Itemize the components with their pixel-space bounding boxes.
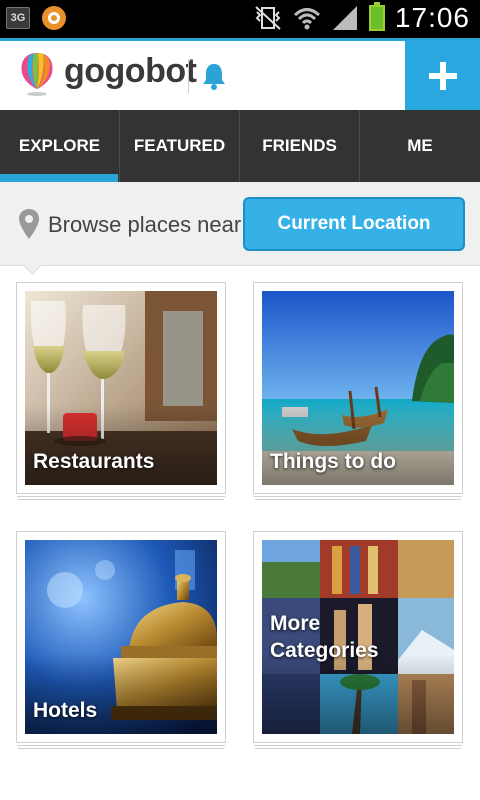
tab-featured[interactable]: FEATURED (120, 110, 240, 182)
wifi-icon (293, 8, 320, 30)
category-card-restaurants[interactable]: Restaurants (16, 282, 226, 494)
category-card-more[interactable]: More Categories (253, 531, 463, 743)
category-label: More Categories (270, 612, 379, 662)
location-pin-icon (19, 209, 39, 239)
tab-friends[interactable]: FRIENDS (240, 110, 360, 182)
hotels-image: Hotels (25, 540, 217, 734)
more-categories-collage: More Categories (262, 540, 454, 734)
add-button[interactable] (405, 41, 480, 110)
category-label: Restaurants (33, 450, 155, 473)
network-3g-icon: 3G (6, 7, 30, 29)
browse-bar: Browse places near Current Location (0, 182, 480, 266)
tab-me[interactable]: ME (360, 110, 480, 182)
app-header: gogobot (0, 38, 480, 110)
current-location-button[interactable]: Current Location (243, 197, 465, 251)
browse-label: Browse places near (48, 212, 242, 237)
category-card-things-to-do[interactable]: Things to do (253, 282, 463, 494)
bell-icon[interactable] (200, 61, 228, 91)
category-label: Things to do (270, 450, 396, 473)
things-to-do-image: Things to do (262, 291, 454, 485)
logo-balloon-icon[interactable] (18, 51, 56, 97)
category-card-hotels[interactable]: Hotels (16, 531, 226, 743)
signal-icon (332, 6, 357, 30)
battery-icon (368, 2, 385, 31)
vibrate-icon (255, 6, 281, 30)
image-shade (262, 654, 454, 734)
status-bar: 3G 17:06 (0, 0, 480, 38)
clock: 17:06 (394, 2, 470, 33)
header-divider (188, 59, 189, 93)
plus-icon (428, 61, 457, 90)
restaurants-image: Restaurants (25, 291, 217, 485)
app-notification-icon (42, 6, 66, 30)
brand-wordmark: gogobot (64, 52, 197, 90)
category-label: Hotels (33, 699, 98, 722)
tab-explore[interactable]: EXPLORE (0, 110, 120, 182)
tab-bar: EXPLORE FEATURED FRIENDS ME (0, 110, 480, 182)
